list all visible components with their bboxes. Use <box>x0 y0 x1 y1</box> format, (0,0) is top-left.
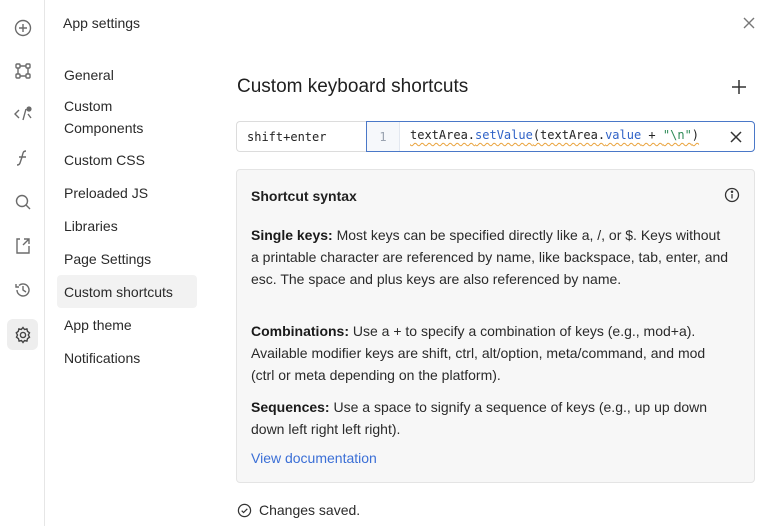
save-status-text: Changes saved. <box>259 502 361 518</box>
nav-item-general[interactable]: General <box>57 58 197 91</box>
code-token: value <box>605 128 642 142</box>
import-icon[interactable] <box>7 230 38 261</box>
shortcut-keys-input[interactable]: shift+enter <box>236 121 367 152</box>
nav-item-label: Custom Components <box>64 98 144 136</box>
delete-shortcut-icon[interactable] <box>728 129 744 145</box>
sequences-label: Sequences: <box>251 399 330 415</box>
code-token: (textArea. <box>532 128 606 142</box>
code-icon[interactable] <box>7 98 38 129</box>
history-icon[interactable] <box>7 274 38 305</box>
sequences-paragraph: Sequences: Use a space to signify a sequ… <box>251 396 731 440</box>
info-icon[interactable] <box>724 187 740 203</box>
combinations-paragraph: Combinations: Use a + to specify a combi… <box>251 320 731 386</box>
nav-item-libraries[interactable]: Libraries <box>57 209 197 242</box>
function-icon[interactable] <box>7 142 38 173</box>
code-token: "\n" <box>662 128 692 142</box>
single-keys-label: Single keys: <box>251 227 333 243</box>
shortcut-syntax-panel: Shortcut syntax Single keys: Most keys c… <box>236 169 755 483</box>
plus-icon <box>732 80 746 94</box>
code-token: ) <box>691 128 700 142</box>
components-icon[interactable] <box>7 55 38 86</box>
nav-item-preloaded-js[interactable]: Preloaded JS <box>57 176 197 209</box>
window-title: App settings <box>63 15 141 31</box>
combinations-label: Combinations: <box>251 323 349 339</box>
single-keys-paragraph: Single keys: Most keys can be specified … <box>251 224 731 290</box>
code-line[interactable]: textArea.setValue(textArea.value + "\n") <box>410 128 699 142</box>
code-token: setValue <box>475 128 533 142</box>
page-title: Custom keyboard shortcuts <box>237 76 469 97</box>
settings-nav: General Custom Components Custom CSS Pre… <box>57 58 197 374</box>
search-icon[interactable] <box>7 186 38 217</box>
shortcut-row: shift+enter 1 textArea.setValue(textArea… <box>236 121 755 152</box>
nav-item-app-theme[interactable]: App theme <box>57 308 197 341</box>
line-number: 1 <box>367 122 400 151</box>
check-circle-icon <box>237 503 252 517</box>
nav-item-custom-components[interactable]: Custom Components <box>57 91 197 143</box>
shortcut-code-editor[interactable]: 1 textArea.setValue(textArea.value + "\n… <box>366 121 755 152</box>
save-status: Changes saved. <box>237 502 360 518</box>
view-documentation-link[interactable]: View documentation <box>251 450 377 466</box>
nav-item-page-settings[interactable]: Page Settings <box>57 242 197 275</box>
close-icon[interactable] <box>740 14 758 32</box>
nav-item-custom-css[interactable]: Custom CSS <box>57 143 197 176</box>
add-shortcut-button[interactable] <box>729 77 749 97</box>
code-token: + <box>641 128 663 142</box>
gear-icon[interactable] <box>7 319 38 350</box>
code-token: textArea. <box>410 128 476 142</box>
nav-item-custom-shortcuts[interactable]: Custom shortcuts <box>57 275 197 308</box>
plus-circle-icon[interactable] <box>7 12 38 43</box>
icon-rail <box>0 0 45 526</box>
panel-title: Shortcut syntax <box>251 188 357 204</box>
nav-item-notifications[interactable]: Notifications <box>57 341 197 374</box>
